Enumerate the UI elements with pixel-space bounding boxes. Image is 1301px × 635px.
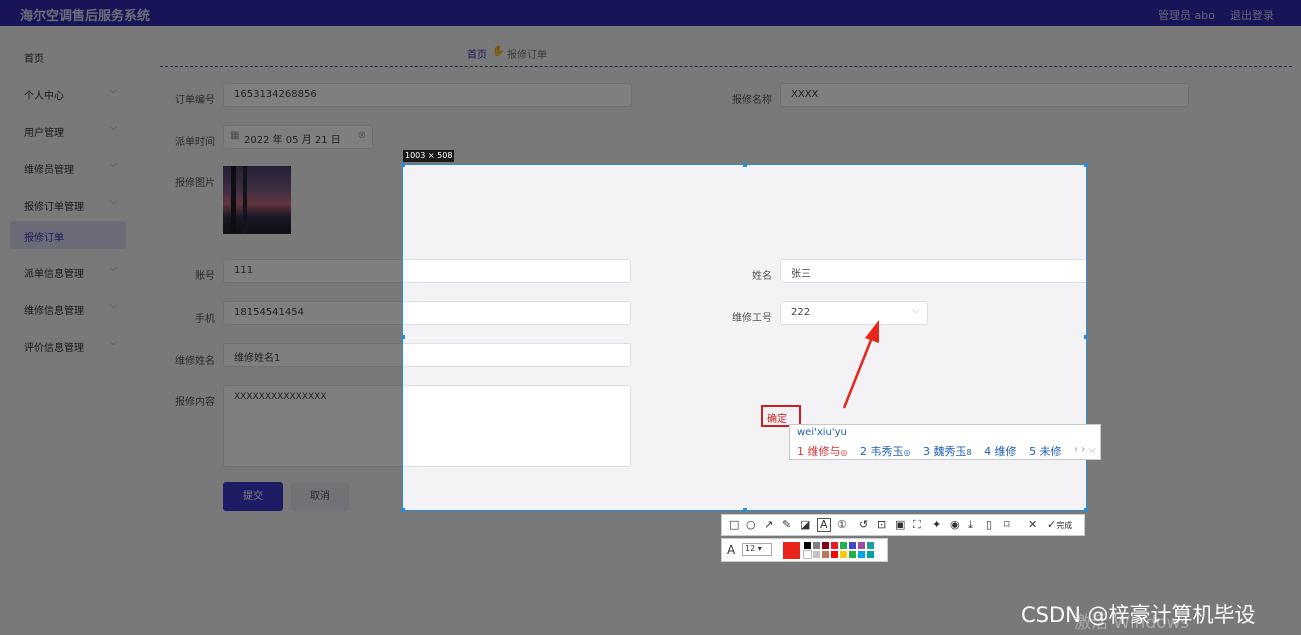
ime-candidate-2[interactable]: 2 韦秀玉◎ — [860, 445, 910, 458]
ime-candidate-window: wei'xiu'yu 1 维修与◎ 2 韦秀玉◎ 3 魏秀玉8 4 维修 5 未… — [789, 424, 1101, 460]
ime-candidate-3[interactable]: 3 魏秀玉8 — [923, 445, 972, 458]
color-swatch[interactable] — [813, 551, 820, 558]
resize-handle[interactable] — [401, 335, 405, 339]
phone-icon[interactable]: ▯ — [986, 519, 992, 531]
ocr-icon[interactable]: ⊡ — [877, 519, 886, 531]
ime-candidate-1[interactable]: 1 维修与◎ — [797, 445, 847, 458]
color-swatch[interactable] — [822, 551, 829, 558]
color-swatch[interactable] — [867, 542, 874, 549]
done-button[interactable]: ✓完成 — [1047, 519, 1072, 532]
screenshot-toolbar: □ ○ ↗ ✎ ◪ A ① ↺ ⊡ ▣ ⛶ ✦ ◉ ⤓ ▯ ⌑ ✕ ✓完成 — [721, 514, 1085, 536]
resize-handle[interactable] — [743, 163, 747, 167]
color-swatch[interactable] — [804, 542, 811, 549]
bookmark-icon[interactable]: ⌑ — [1004, 519, 1010, 531]
color-swatch[interactable] — [803, 550, 812, 559]
text-icon[interactable]: A — [817, 518, 831, 532]
font-icon: A — [727, 543, 736, 557]
resize-handle[interactable] — [1084, 335, 1088, 339]
download-icon[interactable]: ⤓ — [968, 519, 973, 531]
font-size-select[interactable]: 12 ▾ — [742, 543, 772, 556]
color-swatch[interactable] — [858, 551, 865, 558]
translate-icon[interactable]: ▣ — [895, 519, 905, 531]
ime-candidate-4[interactable]: 4 维修 — [984, 445, 1017, 458]
windows-activation-watermark: 激活 Windows — [1074, 613, 1190, 633]
color-swatch[interactable] — [822, 542, 829, 549]
color-swatch[interactable] — [858, 542, 865, 549]
rectangle-icon[interactable]: □ — [729, 519, 739, 531]
undo-icon[interactable]: ↺ — [859, 519, 868, 531]
selection-size-label: 1003 × 508 — [403, 150, 455, 162]
pin-icon[interactable]: ✦ — [932, 519, 941, 531]
ime-candidate-5[interactable]: 5 未修 — [1029, 445, 1062, 458]
done-label: 完成 — [1056, 521, 1073, 530]
ime-pinyin: wei'xiu'yu — [797, 427, 847, 438]
resize-handle[interactable] — [743, 508, 747, 512]
ime-candidates: 1 维修与◎ 2 韦秀玉◎ 3 魏秀玉8 4 维修 5 未修 — [797, 443, 1071, 459]
color-swatch[interactable] — [840, 542, 847, 549]
ellipse-icon[interactable]: ○ — [746, 519, 756, 531]
color-swatch[interactable] — [849, 542, 856, 549]
close-icon[interactable]: ✕ — [1028, 519, 1037, 531]
color-swatch[interactable] — [840, 551, 847, 558]
number-icon[interactable]: ① — [837, 519, 847, 531]
resize-handle[interactable] — [401, 163, 405, 167]
color-swatch[interactable] — [831, 542, 838, 549]
resize-handle[interactable] — [1084, 163, 1088, 167]
pencil-icon[interactable]: ✎ — [782, 519, 791, 531]
scroll-capture-icon[interactable]: ⛶ — [913, 519, 921, 531]
color-swatch[interactable] — [867, 551, 874, 558]
ime-page-nav[interactable]: ‹ › ⌵ — [1074, 444, 1096, 455]
resize-handle[interactable] — [1084, 508, 1088, 512]
current-color-swatch[interactable] — [783, 542, 800, 559]
arrow-icon[interactable]: ↗ — [764, 519, 773, 531]
color-font-toolbar: A 12 ▾ — [721, 538, 888, 562]
color-swatch[interactable] — [813, 542, 820, 549]
mosaic-icon[interactable]: ◪ — [800, 519, 810, 531]
color-swatch[interactable] — [849, 551, 856, 558]
record-icon[interactable]: ◉ — [950, 519, 960, 531]
color-swatch[interactable] — [831, 551, 838, 558]
resize-handle[interactable] — [401, 508, 405, 512]
